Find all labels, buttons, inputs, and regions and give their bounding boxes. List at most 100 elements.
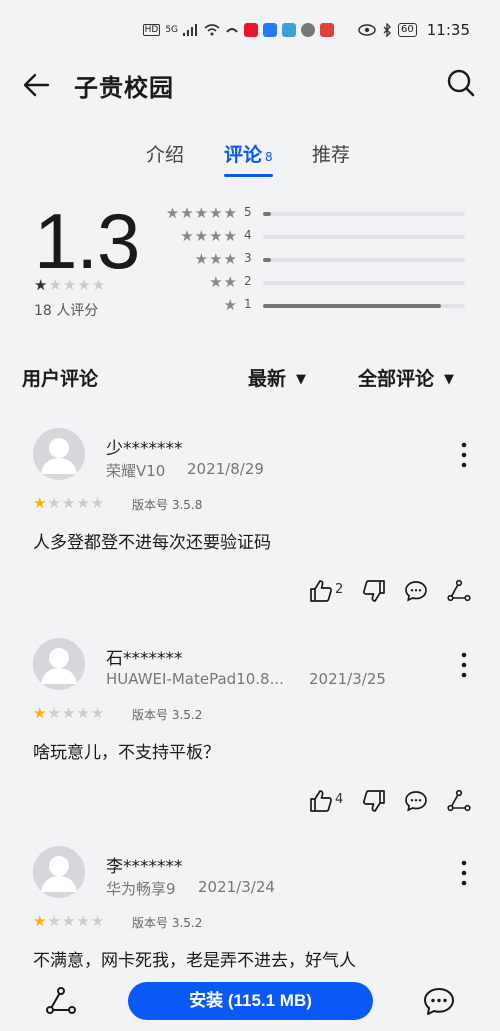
reviews-title: 用户评论 bbox=[22, 368, 99, 390]
distribution-row: ★ 1 bbox=[150, 296, 480, 319]
star-icon: ★ bbox=[77, 276, 92, 294]
distribution-row: ★★★★★ 5 bbox=[150, 204, 480, 227]
distribution-bar bbox=[263, 304, 465, 308]
share-icon[interactable] bbox=[446, 578, 472, 604]
battery-icon: 60 bbox=[398, 23, 417, 37]
avatar[interactable] bbox=[33, 846, 85, 898]
reviewer-name: 李******* bbox=[106, 857, 183, 877]
reviewer-device: 华为畅享9 bbox=[106, 880, 176, 898]
distribution-bar bbox=[263, 235, 465, 239]
like-count: 4 bbox=[335, 792, 344, 807]
review-version: 版本号 3.5.8 bbox=[132, 498, 203, 512]
thumbs-up-icon[interactable] bbox=[308, 578, 334, 604]
thumbs-up-icon[interactable] bbox=[308, 788, 334, 814]
review-content: 不满意，网卡死我，老是弄不进去，好气人 bbox=[33, 951, 356, 971]
sort-label: 最新 bbox=[248, 368, 287, 390]
tab-intro[interactable]: 介绍 bbox=[146, 140, 184, 167]
eye-icon bbox=[358, 24, 376, 36]
avatar[interactable] bbox=[33, 428, 85, 480]
star-icon: ★★★★ bbox=[47, 494, 106, 512]
app-icon-blue bbox=[263, 23, 278, 37]
distribution-bar bbox=[263, 258, 465, 262]
distribution-bar bbox=[263, 281, 465, 285]
rating-stars: ★★★★★ bbox=[34, 276, 106, 294]
reviews-header: 用户评论 最新 ▼ 全部评论 ▼ bbox=[0, 364, 500, 394]
app-icon-teal bbox=[282, 23, 297, 37]
tab-reviews[interactable]: 评论 8 bbox=[224, 140, 273, 177]
status-bar: HD 5G 60 11:35 bbox=[142, 18, 470, 42]
distribution-row: ★★★ 3 bbox=[150, 250, 480, 273]
signal-label: 5G bbox=[165, 25, 179, 35]
more-options-icon[interactable] bbox=[454, 650, 474, 680]
bottom-bar: 安装 (115.1 MB) bbox=[0, 970, 500, 1031]
star-icon: ★ bbox=[223, 296, 238, 314]
review-date: 2021/8/29 bbox=[187, 460, 264, 478]
reply-icon[interactable] bbox=[403, 578, 429, 604]
distribution-bar bbox=[263, 212, 465, 216]
star-icon: ★ bbox=[33, 912, 48, 930]
rating-score: 1.3 bbox=[34, 197, 140, 285]
distribution-label: 3 bbox=[244, 251, 252, 265]
review-card: 少******* 荣耀V10 2021/8/29 ★★★★★ 版本号 3.5.8 人多登都… bbox=[0, 428, 500, 638]
distribution-row: ★★ 2 bbox=[150, 273, 480, 296]
reviewer-name: 少******* bbox=[106, 439, 183, 459]
review-version: 版本号 3.5.2 bbox=[132, 916, 203, 930]
signal-icon bbox=[183, 24, 198, 36]
share-icon[interactable] bbox=[44, 984, 78, 1018]
distribution-bar-fill bbox=[263, 304, 441, 308]
rating-distribution: ★★★★★ 5 ★★★★ 4 ★★★ 3 ★★ 2 ★ 1 bbox=[150, 204, 480, 319]
tab-reviews-label: 评论 bbox=[224, 144, 263, 166]
comment-icon[interactable] bbox=[422, 984, 456, 1018]
star-icon: ★★★★★ bbox=[165, 204, 238, 222]
install-button[interactable]: 安装 (115.1 MB) bbox=[128, 982, 373, 1020]
review-stars: ★★★★★ bbox=[33, 704, 105, 722]
star-icon: ★ bbox=[33, 494, 48, 512]
thumbs-down-icon[interactable] bbox=[361, 578, 387, 604]
wifi-icon bbox=[204, 24, 220, 36]
star-icon: ★★★★ bbox=[47, 912, 106, 930]
back-arrow-icon[interactable] bbox=[22, 70, 52, 100]
app-icon-gray bbox=[301, 23, 316, 37]
filter-label: 全部评论 bbox=[358, 368, 435, 390]
call-icon bbox=[226, 28, 238, 33]
review-content: 啥玩意儿，不支持平板？ bbox=[33, 743, 220, 763]
star-icon: ★★★★ bbox=[47, 704, 106, 722]
reviewer-device: 荣耀V10 bbox=[106, 462, 166, 480]
more-options-icon[interactable] bbox=[454, 440, 474, 470]
distribution-label: 2 bbox=[244, 274, 252, 288]
status-time: 11:35 bbox=[426, 21, 470, 39]
star-icon: ★ bbox=[62, 276, 78, 294]
filter-dropdown[interactable]: 全部评论 ▼ bbox=[358, 364, 454, 391]
review-card: 石******* HUAWEI-MatePad10.8... 2021/3/25 ★★… bbox=[0, 638, 500, 848]
distribution-label: 4 bbox=[244, 228, 252, 242]
star-icon: ★★ bbox=[209, 273, 238, 291]
review-actions: 2 bbox=[0, 578, 500, 608]
search-icon[interactable] bbox=[446, 68, 476, 98]
weibo-icon bbox=[244, 23, 259, 37]
reply-icon[interactable] bbox=[403, 788, 429, 814]
star-icon: ★★★ bbox=[194, 250, 238, 268]
star-icon: ★ bbox=[48, 276, 63, 294]
review-content: 人多登都登不进每次还要验证码 bbox=[33, 533, 271, 553]
reviewer-device: HUAWEI-MatePad10.8... bbox=[106, 670, 284, 688]
status-icons: HD 5G bbox=[142, 23, 335, 37]
review-version: 版本号 3.5.2 bbox=[132, 708, 203, 722]
app-icon-red bbox=[320, 23, 335, 37]
review-date: 2021/3/24 bbox=[198, 878, 275, 896]
distribution-row: ★★★★ 4 bbox=[150, 227, 480, 250]
tab-recommend[interactable]: 推荐 bbox=[312, 140, 350, 167]
page-title: 子贵校园 bbox=[74, 74, 174, 102]
star-icon: ★ bbox=[91, 276, 107, 294]
rating-count: 18 人评分 bbox=[34, 303, 99, 319]
bluetooth-icon bbox=[383, 23, 391, 37]
tab-reviews-count: 8 bbox=[265, 150, 273, 164]
distribution-bar-fill bbox=[263, 212, 272, 216]
thumbs-down-icon[interactable] bbox=[361, 788, 387, 814]
share-icon[interactable] bbox=[446, 788, 472, 814]
sort-dropdown[interactable]: 最新 ▼ bbox=[248, 364, 306, 391]
tab-bar: 介绍 评论 8 推荐 bbox=[0, 140, 500, 180]
star-icon: ★ bbox=[34, 276, 49, 294]
star-icon: ★★★★ bbox=[180, 227, 238, 245]
avatar[interactable] bbox=[33, 638, 85, 690]
more-options-icon[interactable] bbox=[454, 858, 474, 888]
